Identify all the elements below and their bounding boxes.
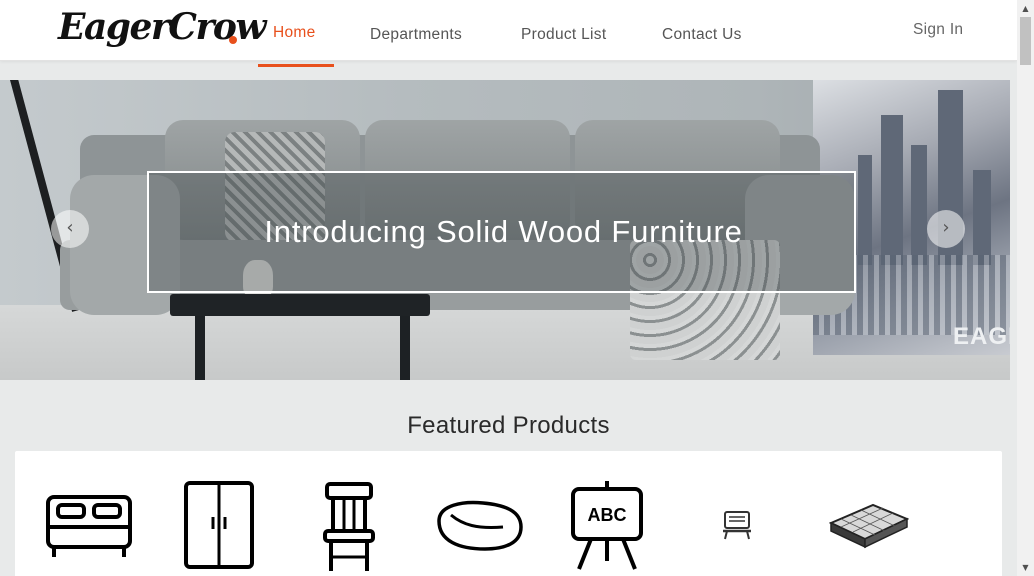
carousel-next-button[interactable]: › <box>927 210 965 248</box>
chevron-left-icon: ‹ <box>66 217 74 238</box>
chair-icon[interactable] <box>323 481 375 573</box>
coffee-table-leg <box>195 316 205 380</box>
sign-in-link[interactable]: Sign In <box>913 21 963 39</box>
hero-caption-box: Introducing Solid Wood Furniture <box>147 171 856 293</box>
easel-board-icon[interactable]: ABC <box>569 479 645 573</box>
scrollbar-thumb[interactable] <box>1020 17 1031 65</box>
featured-products-card: ABC <box>15 451 1002 576</box>
hero-title: Introducing Solid Wood Furniture <box>264 214 743 249</box>
painting-text: EAGI <box>953 323 1010 350</box>
featured-products-title: Featured Products <box>407 412 610 439</box>
nav-departments[interactable]: Departments <box>370 26 462 44</box>
site-header: EagerCrow Home Departments Product List … <box>0 0 1017 61</box>
nav-home[interactable]: Home <box>273 24 316 42</box>
chevron-right-icon: › <box>942 217 950 238</box>
bed-icon[interactable] <box>44 491 134 561</box>
logo-dot <box>229 36 237 44</box>
carousel-prev-button[interactable]: ‹ <box>51 210 89 248</box>
nav-contact-us[interactable]: Contact Us <box>662 26 742 44</box>
scroll-up-arrow-icon[interactable]: ▲ <box>1017 0 1034 17</box>
easel-board-text: ABC <box>588 505 627 525</box>
page-scrollbar[interactable] <box>1017 0 1034 576</box>
hero-carousel: EAGI Introducing Solid Wood Furniture ‹ … <box>0 80 1010 380</box>
scroll-down-arrow-icon[interactable]: ▼ <box>1017 559 1034 576</box>
nav-product-list[interactable]: Product List <box>521 26 606 44</box>
coffee-table <box>170 294 430 316</box>
mattress-icon[interactable] <box>829 501 909 549</box>
active-nav-indicator <box>258 64 334 67</box>
bean-bag-icon[interactable] <box>433 499 525 553</box>
laptop-stand-icon[interactable] <box>721 509 753 541</box>
coffee-table-leg <box>400 316 410 380</box>
wardrobe-icon[interactable] <box>182 479 256 573</box>
